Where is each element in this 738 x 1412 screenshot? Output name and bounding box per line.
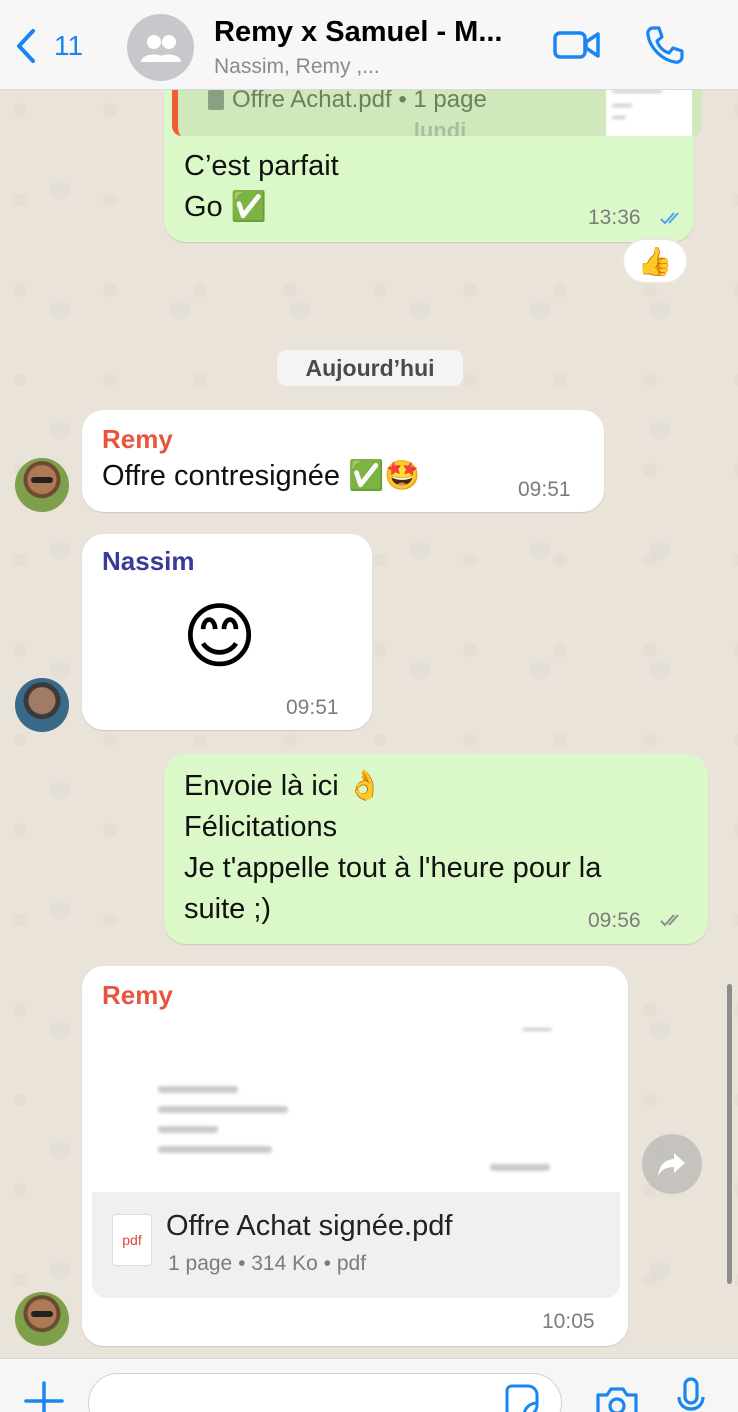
message-bubble-incoming[interactable]: Remy Offre contresignée ✅🤩 09:51 xyxy=(82,410,604,512)
message-time: 10:05 xyxy=(542,1310,595,1333)
message-time: 09:51 xyxy=(286,696,339,719)
forward-icon xyxy=(658,1153,685,1176)
avatar[interactable] xyxy=(15,458,69,512)
message-time: 13:36 xyxy=(588,206,641,229)
message-bubble-outgoing[interactable]: Envoie là ici 👌 Félicitations Je t'appel… xyxy=(164,754,708,944)
sticker-icon[interactable] xyxy=(504,1383,540,1412)
scrollbar[interactable] xyxy=(727,984,732,1284)
chevron-left-icon xyxy=(17,29,35,63)
group-avatar-icon xyxy=(140,34,181,62)
message-time: 09:56 xyxy=(588,909,641,932)
chat-title[interactable]: Remy x Samuel - M... xyxy=(214,16,503,49)
phone-icon[interactable] xyxy=(644,24,686,66)
forward-button[interactable] xyxy=(642,1134,702,1194)
delivered-ticks-icon xyxy=(660,914,679,927)
message-text: Je t'appelle tout à l'heure pour la xyxy=(184,852,602,884)
sender-name[interactable]: Remy xyxy=(102,424,173,455)
chat-members[interactable]: Nassim, Remy ,... xyxy=(214,55,380,79)
quoted-document: Offre Achat.pdf • 1 page xyxy=(208,86,487,114)
plus-icon[interactable] xyxy=(22,1379,66,1412)
camera-icon[interactable] xyxy=(594,1385,640,1412)
video-camera-icon[interactable] xyxy=(552,26,602,64)
document-icon xyxy=(208,90,224,110)
read-ticks-icon xyxy=(660,212,679,225)
sunglasses-detail xyxy=(31,1311,53,1317)
chat-header: 11 Remy x Samuel - M... Nassim, Remy ,..… xyxy=(0,0,738,90)
pdf-file-icon: pdf xyxy=(112,1214,152,1266)
message-composer xyxy=(0,1358,738,1412)
message-text: Go ✅ xyxy=(184,191,267,223)
message-text: suite ;) xyxy=(184,893,272,925)
reaction-badge[interactable]: 👍 xyxy=(622,238,688,284)
smiling-face-emoji: 😊 xyxy=(182,597,258,677)
message-text: C’est parfait xyxy=(184,150,339,182)
unread-count: 11 xyxy=(54,30,84,61)
avatar[interactable] xyxy=(15,678,69,732)
back-button[interactable]: 11 xyxy=(14,26,83,66)
avatar[interactable] xyxy=(15,1292,69,1346)
message-text: Félicitations xyxy=(184,811,338,843)
sender-name[interactable]: Remy xyxy=(102,980,173,1011)
message-time: 09:51 xyxy=(518,478,571,501)
sender-name[interactable]: Nassim xyxy=(102,546,195,577)
message-bubble-incoming[interactable]: Nassim 😊 09:51 xyxy=(82,534,372,730)
document-meta: 1 page • 314 Ko • pdf xyxy=(168,1252,367,1275)
group-avatar[interactable] xyxy=(127,14,194,81)
date-separator: Aujourd’hui xyxy=(277,350,463,386)
message-text: Envoie là ici 👌 xyxy=(184,770,383,802)
microphone-icon[interactable] xyxy=(676,1377,706,1412)
faded-date-label: lundi xyxy=(413,118,467,136)
message-input[interactable] xyxy=(88,1373,562,1412)
message-text: Offre contresignée ✅🤩 xyxy=(102,460,421,492)
message-bubble-incoming[interactable]: Remy pdf Offre Achat signée.pdf 1 page •… xyxy=(82,966,628,1346)
document-preview[interactable] xyxy=(92,1018,620,1194)
document-attachment[interactable]: pdf Offre Achat signée.pdf 1 page • 314 … xyxy=(92,1192,620,1298)
sunglasses-detail xyxy=(31,477,53,483)
quoted-document-label: Offre Achat.pdf • 1 page xyxy=(232,86,487,113)
document-name: Offre Achat signée.pdf xyxy=(166,1210,453,1242)
